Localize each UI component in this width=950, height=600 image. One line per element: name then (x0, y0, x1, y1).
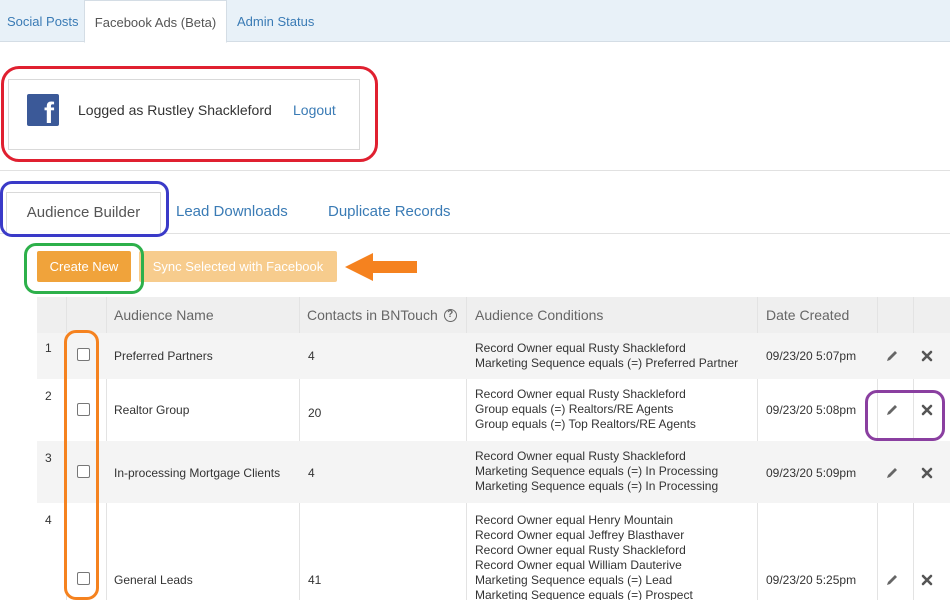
contacts-count: 20 (308, 406, 322, 420)
table-row: 1 Preferred Partners 4 Record Owner equa… (37, 333, 950, 379)
help-circle-icon[interactable]: ? (443, 308, 457, 322)
annotation-orange-outline (64, 330, 99, 600)
header-conditions[interactable]: Audience Conditions (475, 297, 603, 333)
row-number: 3 (45, 451, 52, 465)
tab-duplicate-records[interactable]: Duplicate Records (328, 203, 451, 220)
divider (0, 170, 950, 171)
date-created: 09/23/20 5:09pm (766, 466, 857, 480)
audience-conditions: Record Owner equal Rusty Shackleford Gro… (475, 387, 696, 432)
header-contacts[interactable]: Contacts in BNTouch ? (307, 297, 457, 333)
audience-name: In-processing Mortgage Clients (114, 466, 281, 480)
header-contacts-label: Contacts in BNTouch (307, 307, 438, 323)
audience-name: Preferred Partners (114, 349, 213, 363)
audience-name: Realtor Group (114, 403, 190, 417)
condition-line: Marketing Sequence equals (=) In Process… (475, 479, 719, 493)
audience-conditions: Record Owner equal Rusty Shackleford Mar… (475, 449, 718, 494)
tab-lead-downloads[interactable]: Lead Downloads (176, 203, 288, 220)
table-row: 4 General Leads 41 Record Owner equal He… (37, 503, 950, 600)
close-icon[interactable] (921, 350, 933, 362)
tab-facebook-ads[interactable]: Facebook Ads (Beta) (84, 0, 227, 43)
date-created: 09/23/20 5:07pm (766, 349, 857, 363)
condition-line: Record Owner equal Rusty Shackleford (475, 543, 686, 557)
row-number: 2 (45, 389, 52, 403)
page: Social Posts Facebook Ads (Beta) Admin S… (0, 0, 950, 600)
row-number: 1 (45, 341, 52, 355)
pencil-icon[interactable] (885, 349, 899, 363)
condition-line: Record Owner equal Henry Mountain (475, 513, 674, 527)
condition-line: Group equals (=) Top Realtors/RE Agents (475, 417, 696, 431)
audience-conditions: Record Owner equal Henry Mountain Record… (475, 513, 693, 600)
annotation-purple-outline (865, 390, 945, 441)
condition-line: Marketing Sequence equals (=) In Process… (475, 464, 719, 478)
table-row: 3 In-processing Mortgage Clients 4 Recor… (37, 441, 950, 503)
table-row: 2 Realtor Group 20 Record Owner equal Ru… (37, 379, 950, 441)
header-date-created[interactable]: Date Created (766, 297, 849, 333)
row-number: 4 (45, 513, 52, 527)
condition-line: Record Owner equal Rusty Shackleford (475, 449, 686, 463)
annotation-blue-outline (0, 181, 169, 237)
arrow-left-icon (345, 253, 417, 281)
condition-line: Record Owner equal Rusty Shackleford (475, 341, 686, 355)
header-audience-name[interactable]: Audience Name (114, 297, 214, 333)
condition-line: Record Owner equal Jeffrey Blasthaver (475, 528, 685, 542)
table-header: Audience Name Contacts in BNTouch ? Audi… (37, 297, 950, 333)
annotation-green-outline (24, 243, 144, 294)
condition-line: Record Owner equal William Dauterive (475, 558, 682, 572)
condition-line: Marketing Sequence equals (=) Prospect (475, 588, 693, 600)
tab-admin-status[interactable]: Admin Status (237, 0, 314, 42)
condition-line: Record Owner equal Rusty Shackleford (475, 387, 686, 401)
close-icon[interactable] (921, 467, 933, 479)
annotation-red-outline (1, 66, 378, 162)
date-created: 09/23/20 5:08pm (766, 403, 857, 417)
date-created: 09/23/20 5:25pm (766, 573, 857, 587)
condition-line: Marketing Sequence equals (=) Lead (475, 573, 673, 587)
tab-social-posts[interactable]: Social Posts (7, 0, 79, 42)
sync-selected-button[interactable]: Sync Selected with Facebook (139, 251, 337, 282)
condition-line: Group equals (=) Realtors/RE Agents (475, 402, 674, 416)
pencil-icon[interactable] (885, 466, 899, 480)
pencil-icon[interactable] (885, 573, 899, 587)
contacts-count: 4 (308, 466, 315, 480)
condition-line: Marketing Sequence equals (=) Preferred … (475, 356, 739, 370)
audience-name: General Leads (114, 573, 193, 587)
close-icon[interactable] (921, 574, 933, 586)
contacts-count: 41 (308, 573, 322, 587)
contacts-count: 4 (308, 349, 315, 363)
audience-conditions: Record Owner equal Rusty Shackleford Mar… (475, 341, 738, 371)
top-tab-bar: Social Posts Facebook Ads (Beta) Admin S… (0, 0, 950, 43)
